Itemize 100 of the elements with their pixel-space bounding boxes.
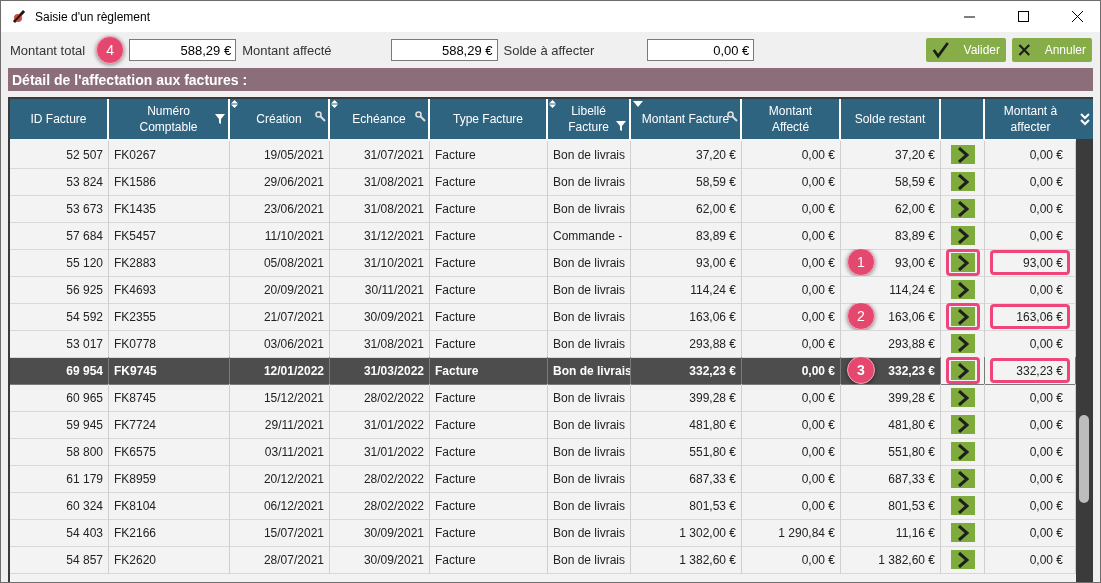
column-header[interactable]: Echéance: [330, 99, 428, 139]
column-header[interactable]: Montant Affecté: [742, 99, 839, 139]
table-row[interactable]: 54 403 FK2166 15/07/2021 30/09/2021 Facture Bon de livrais 1 302,00 € 1 290,84 € 11,16 € 0,00 €: [10, 519, 1076, 546]
amount-cell[interactable]: 0,00 €: [990, 385, 1070, 410]
table-cell: 31/08/2021: [363, 336, 424, 351]
table-cell: Bon de livrais: [553, 471, 626, 486]
column-header[interactable]: Solde restant: [841, 99, 939, 139]
table-cell: Facture: [435, 390, 476, 405]
table-cell: 30/09/2021: [363, 525, 424, 540]
sort-icon[interactable]: [549, 100, 556, 108]
table-cell: 54 403: [66, 525, 103, 540]
table-cell: 58,59 €: [894, 174, 935, 189]
table-cell: 31/12/2021: [363, 228, 424, 243]
table-cell: Bon de livrais: [553, 552, 626, 567]
column-header[interactable]: Libellé Facture: [548, 99, 629, 139]
table-row[interactable]: 54 857 FK2620 28/07/2021 30/09/2021 Facture Bon de livrais 1 382,60 € 0,00 € 1 382,60 € 0,00 €: [10, 546, 1076, 573]
amount-cell[interactable]: 0,00 €: [990, 412, 1070, 437]
table-cell: FK2883: [114, 255, 157, 270]
table-cell: 58,59 €: [695, 174, 736, 189]
table-cell: 0,00 €: [801, 552, 835, 567]
table-cell: Facture: [435, 309, 476, 324]
table-cell: Bon de livrais: [553, 417, 626, 432]
table-cell: Bon de livrais: [553, 174, 626, 189]
table-cell: 0,00 €: [801, 417, 835, 432]
column-header[interactable]: Type Facture: [430, 99, 546, 139]
table-cell: 61 179: [66, 471, 103, 486]
search-icon[interactable]: [315, 111, 326, 122]
chevron-icon: [956, 173, 969, 190]
minimize-icon: [963, 15, 975, 18]
amount-cell[interactable]: 0,00 €: [990, 520, 1070, 545]
amount-cell[interactable]: 0,00 €: [990, 547, 1070, 572]
table-row[interactable]: 60 965 FK8745 15/12/2021 28/02/2022 Facture Bon de livrais 399,28 € 0,00 € 399,28 € 0,00 €: [10, 384, 1076, 411]
callout-badge: 2: [847, 303, 875, 330]
column-header[interactable]: Montant Facture: [631, 99, 740, 139]
table-cell: Bon de livrais: [553, 390, 626, 405]
search-icon[interactable]: [415, 111, 426, 122]
amount-cell[interactable]: 0,00 €: [990, 223, 1070, 248]
amount-field[interactable]: 0,00 €: [647, 39, 755, 61]
assign-button[interactable]: [945, 249, 980, 276]
table-row[interactable]: 57 684 FK5457 11/10/2021 31/12/2021 Facture Commande - 83,89 € 0,00 € 83,89 € 0,00 €: [10, 222, 1076, 249]
amount-field[interactable]: 588,29 €: [129, 39, 237, 61]
table-row[interactable]: 61 179 FK8959 20/12/2021 28/02/2022 Facture Bon de livrais 687,33 € 0,00 € 687,33 € 0,00 €: [10, 465, 1076, 492]
amount-cell[interactable]: 0,00 €: [990, 169, 1070, 194]
amount-cell[interactable]: 0,00 €: [990, 196, 1070, 221]
table-row[interactable]: 59 945 FK7724 29/11/2021 31/01/2022 Facture Bon de livrais 481,80 € 0,00 € 481,80 € 0,00 €: [10, 411, 1076, 438]
filter-icon[interactable]: [215, 114, 225, 124]
scroll-thumb[interactable]: [1079, 415, 1089, 503]
table-row[interactable]: 53 673 FK1435 23/06/2021 31/08/2021 Facture Bon de livrais 62,00 € 0,00 € 62,00 € 0,00 €: [10, 195, 1076, 222]
table-row[interactable]: 52 507 FK0267 19/05/2021 31/07/2021 Facture Bon de livrais 37,20 € 0,00 € 37,20 € 0,00 €: [10, 141, 1076, 168]
table-cell: FK8959: [114, 471, 157, 486]
search-icon[interactable]: [727, 111, 738, 122]
table-row[interactable]: 60 324 FK8104 06/12/2021 28/02/2022 Facture Bon de livrais 801,53 € 0,00 € 801,53 € 0,00 €: [10, 492, 1076, 519]
amount-cell[interactable]: 0,00 €: [990, 142, 1070, 167]
table-cell: 20/09/2021: [263, 282, 324, 297]
chevron-icon: [956, 200, 969, 217]
sort-icon[interactable]: [331, 100, 338, 108]
table-cell: 0,00 €: [801, 255, 835, 270]
amount-cell[interactable]: 0,00 €: [990, 277, 1070, 302]
column-header[interactable]: Création: [230, 99, 328, 139]
table-cell: Facture: [435, 444, 476, 459]
amount-cell[interactable]: 332,23 €: [990, 358, 1070, 383]
table-cell: 0,00 €: [801, 390, 835, 405]
sort-down-icon[interactable]: [633, 101, 643, 107]
table-cell: 332,23 €: [689, 363, 736, 378]
table-cell: 31/10/2021: [363, 255, 424, 270]
table-cell: 0,00 €: [801, 228, 835, 243]
table-row[interactable]: 54 592 FK2355 21/07/2021 30/09/2021 Facture Bon de livrais 163,06 € 0,00 € 2 163,06 € 163,06 €: [10, 303, 1076, 330]
filter-icon[interactable]: [616, 121, 626, 131]
amount-cell[interactable]: 0,00 €: [990, 331, 1070, 356]
table-cell: 293,88 €: [888, 336, 935, 351]
table-cell: Facture: [435, 228, 476, 243]
sort-icon[interactable]: [231, 100, 238, 108]
column-header[interactable]: Numéro Comptable: [109, 99, 228, 139]
table-cell: 114,24 €: [889, 282, 935, 297]
section-title: Détail de l'affectation aux factures :: [8, 68, 1093, 91]
amount-cell[interactable]: 93,00 €: [990, 250, 1070, 275]
table-row[interactable]: 58 800 FK6575 03/11/2021 31/01/2022 Facture Bon de livrais 551,80 € 0,00 € 551,80 € 0,00 €: [10, 438, 1076, 465]
amount-cell[interactable]: 163,06 €: [990, 304, 1070, 329]
assign-button[interactable]: [945, 303, 980, 330]
chevron-icon: [956, 335, 969, 352]
table-row[interactable]: 56 925 FK4693 20/09/2021 30/11/2021 Facture Bon de livrais 114,24 € 0,00 € 114,24 € 0,00 €: [10, 276, 1076, 303]
amount-cell[interactable]: 0,00 €: [990, 466, 1070, 491]
table-cell: Facture: [435, 282, 476, 297]
table-row[interactable]: 55 120 FK2883 05/08/2021 31/10/2021 Facture Bon de livrais 93,00 € 0,00 € 1 93,00 € 93,00 €: [10, 249, 1076, 276]
table-cell: 05/08/2021: [263, 255, 324, 270]
table-cell: 30/11/2021: [364, 282, 424, 297]
scrollbar[interactable]: [1076, 139, 1091, 582]
table-cell: 293,88 €: [689, 336, 736, 351]
table-cell: 481,80 €: [689, 417, 736, 432]
amount-cell[interactable]: 0,00 €: [990, 439, 1070, 464]
column-header[interactable]: Montant à affecter: [985, 99, 1076, 139]
amount-field[interactable]: 588,29 €: [390, 39, 498, 61]
amount-cell[interactable]: 0,00 €: [990, 493, 1070, 518]
table-row[interactable]: 53 824 FK1586 29/06/2021 31/08/2021 Facture Bon de livrais 58,59 € 0,00 € 58,59 € 0,00 €: [10, 168, 1076, 195]
column-header[interactable]: ID Facture: [10, 99, 107, 139]
expand-icon[interactable]: [1079, 112, 1090, 126]
table-cell: 11,16 €: [895, 525, 935, 540]
assign-button[interactable]: [945, 357, 980, 384]
table-cell: 19/05/2021: [263, 147, 324, 162]
table-cell: 28/07/2021: [263, 552, 324, 567]
